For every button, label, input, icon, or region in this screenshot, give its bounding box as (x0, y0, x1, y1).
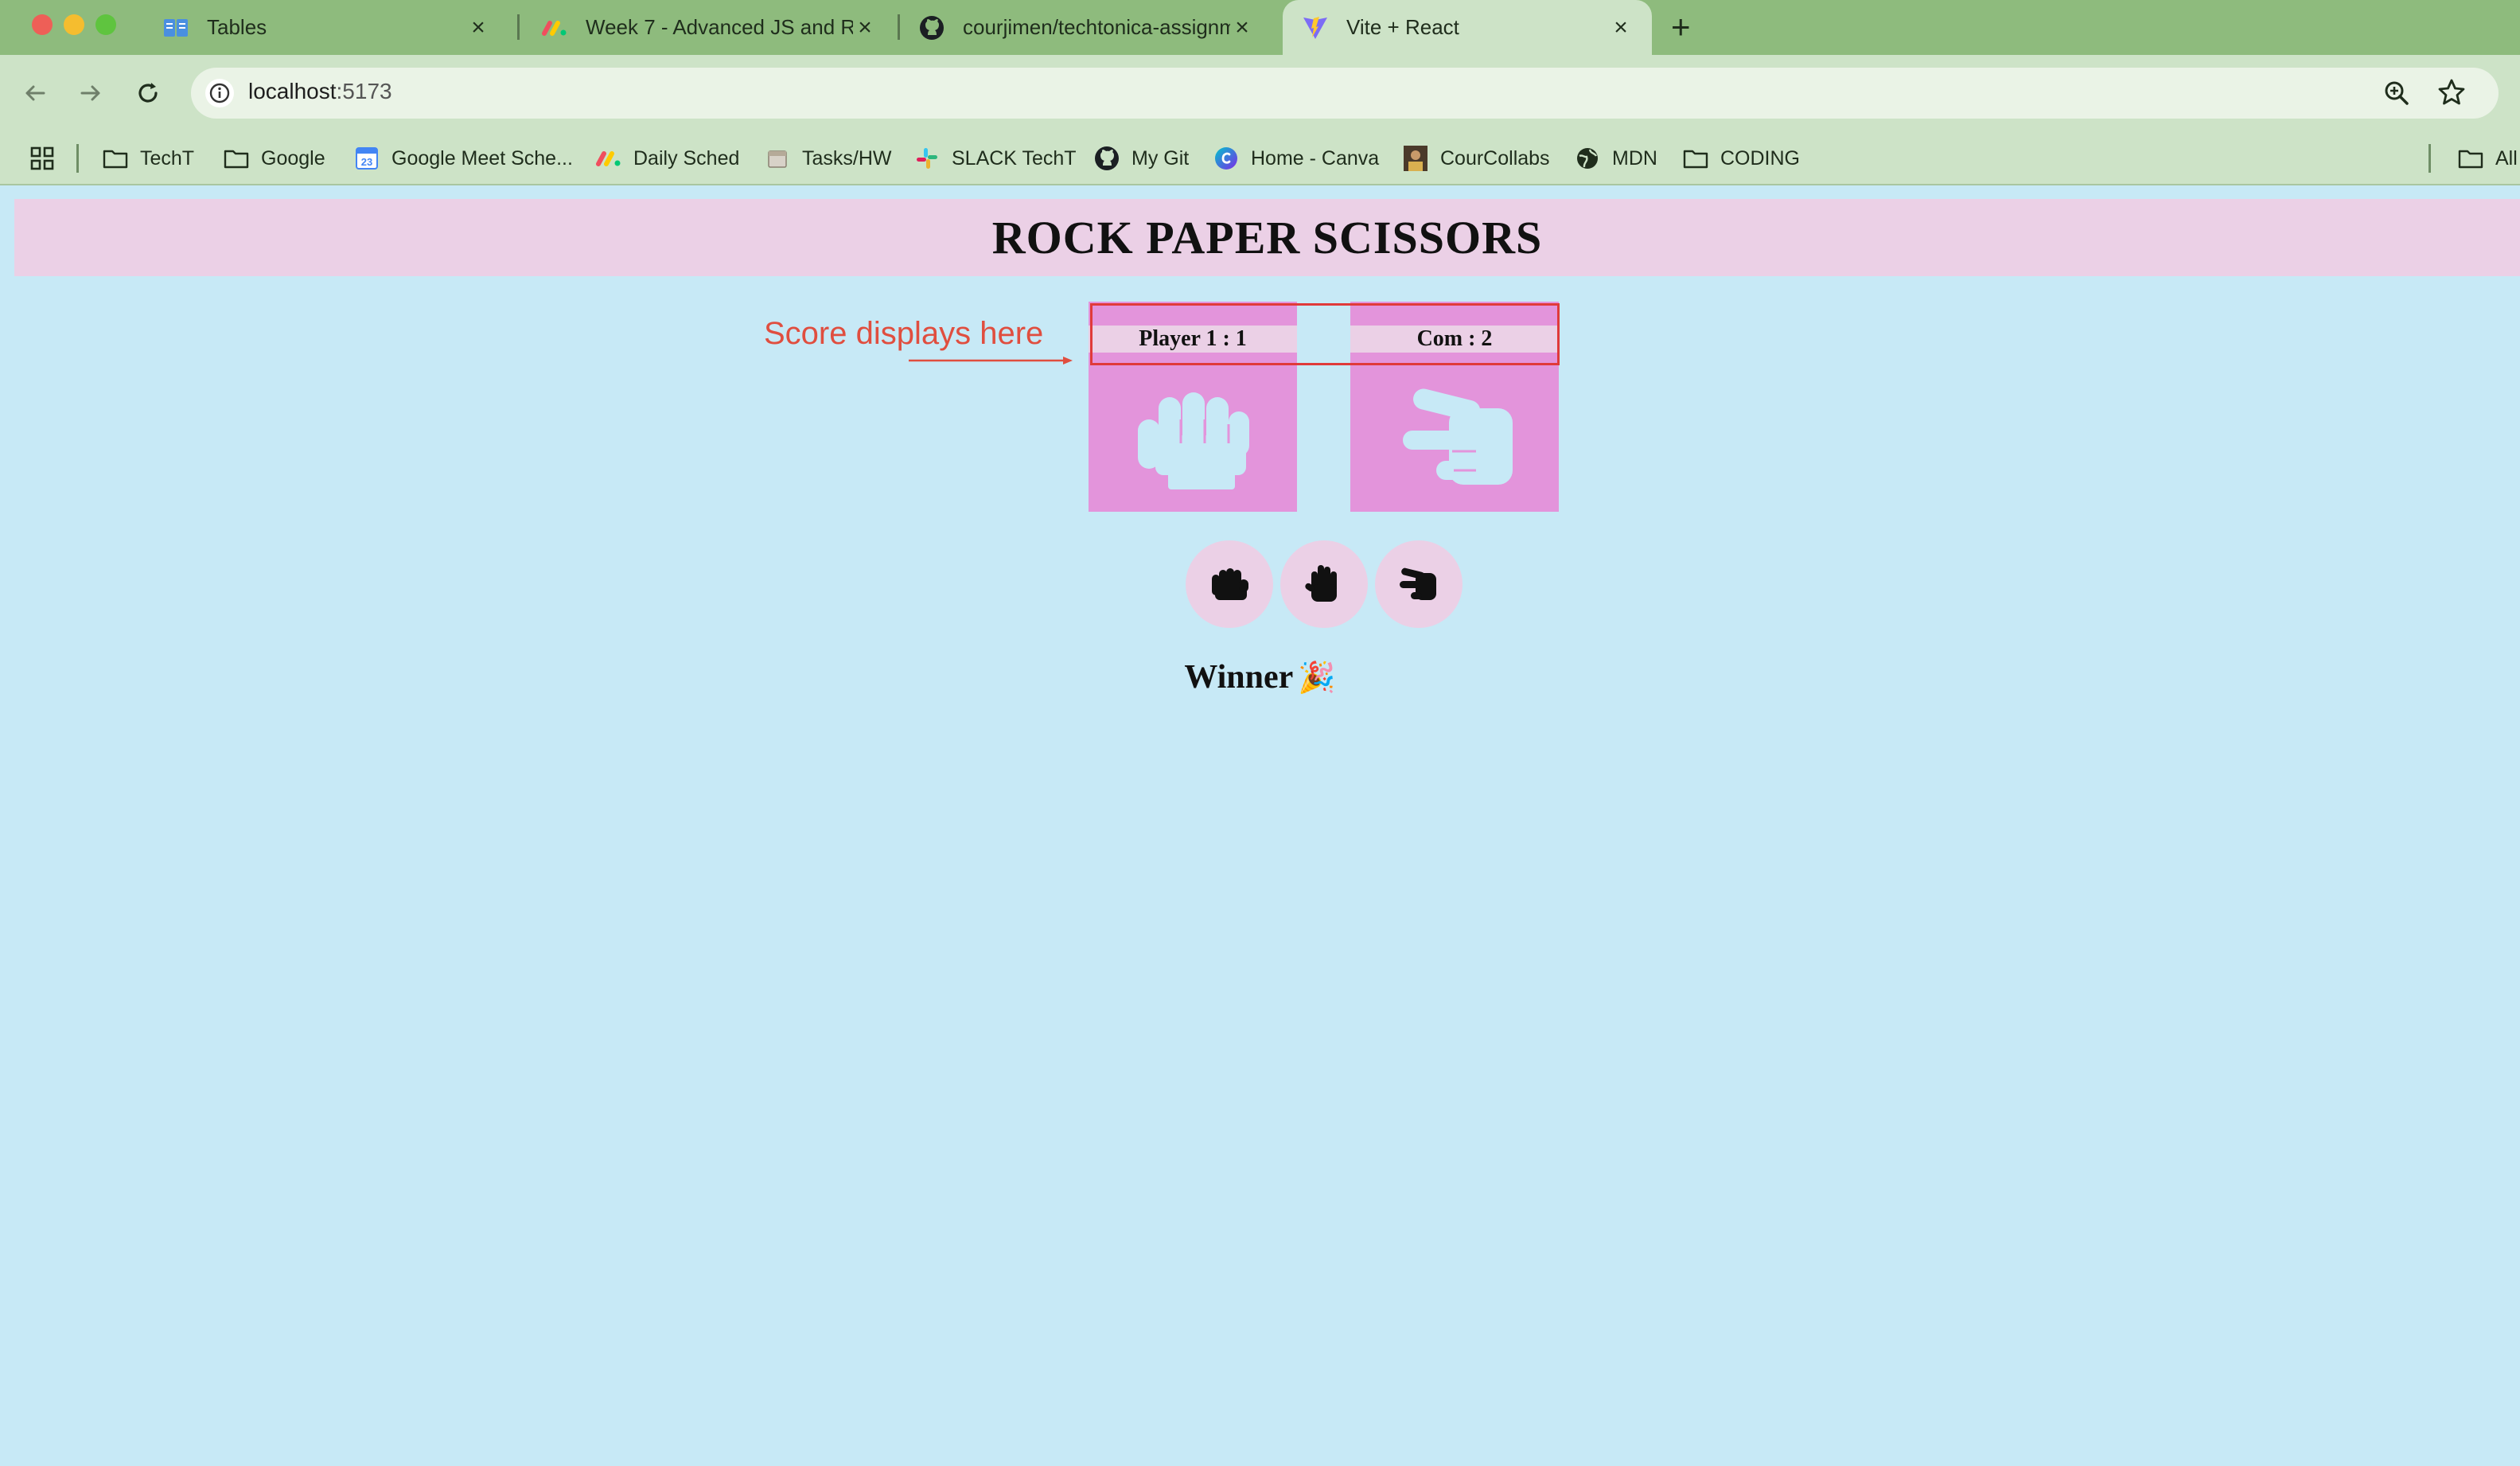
slack-icon (913, 145, 941, 172)
bookmark-label: Google (261, 146, 325, 170)
back-button[interactable] (19, 77, 51, 109)
bookmark-coding[interactable]: CODING (1682, 131, 1800, 185)
bookmark-label: TechT (140, 146, 195, 170)
bookmark-my-git[interactable]: My Git (1093, 131, 1189, 185)
bookmark-star-icon[interactable] (2436, 77, 2467, 107)
folder-icon (102, 145, 129, 172)
monday-icon (595, 145, 622, 172)
tab-week7[interactable]: Week 7 - Advanced JS and Re × (522, 0, 896, 55)
tab-divider (517, 14, 520, 40)
tab-title: Week 7 - Advanced JS and Re (586, 15, 853, 39)
rock-button[interactable] (1186, 540, 1273, 628)
reload-icon (138, 83, 158, 103)
bookmark-label: MDN (1612, 146, 1657, 170)
arrow-right-icon (80, 85, 100, 101)
winner-label: Winner (1184, 659, 1294, 696)
bookmarks-bar: TechT Google 23 Google Meet Sche... Dail… (0, 131, 2520, 185)
paper-button[interactable] (1280, 540, 1368, 628)
url-text[interactable]: localhost:5173 (248, 79, 392, 104)
url-port: :5173 (336, 79, 392, 103)
avatar-icon (1402, 145, 1429, 172)
tab-close-icon[interactable]: × (1609, 14, 1633, 41)
bookmarks-divider (2428, 144, 2431, 173)
bookmark-label: CourCollabs (1440, 146, 1550, 170)
bookmark-label: SLACK TechT (952, 146, 1077, 170)
site-info-icon[interactable] (205, 79, 234, 107)
bookmarks-divider (76, 144, 79, 173)
scissors-button[interactable] (1375, 540, 1463, 628)
party-popper-icon: 🎉 (1298, 661, 1336, 695)
tab-close-icon[interactable]: × (1230, 14, 1254, 41)
paper-icon (1305, 565, 1337, 602)
vite-icon (1302, 14, 1329, 41)
apps-grid-icon (29, 145, 56, 172)
tab-vite-react[interactable]: Vite + React × (1283, 0, 1652, 55)
new-tab-button[interactable]: + (1671, 10, 1691, 45)
bookmark-label: Google Meet Sche... (391, 146, 573, 170)
tab-tables[interactable]: Tables × (143, 0, 509, 55)
score-annotation-text: Score displays here (764, 316, 1044, 351)
bookmark-label: All (2495, 146, 2518, 170)
bookmark-slack-techt[interactable]: SLACK TechT (913, 131, 1077, 185)
tab-title: Vite + React (1346, 15, 1459, 39)
bookmark-mdn[interactable]: MDN (1574, 131, 1657, 185)
scissors-hand-icon (1403, 388, 1513, 485)
address-bar[interactable]: localhost:5173 (191, 68, 2499, 119)
window-maximize-button[interactable] (95, 14, 116, 35)
arrow-left-icon (25, 85, 45, 101)
tab-close-icon[interactable]: × (853, 14, 877, 41)
bookmark-label: Tasks/HW (802, 146, 892, 170)
url-host: localhost (248, 79, 337, 103)
folder-icon (2457, 145, 2484, 172)
bookmark-label: CODING (1720, 146, 1800, 170)
bookmark-courcollabs[interactable]: CourCollabs (1402, 131, 1550, 185)
tab-title: Tables (207, 15, 267, 39)
svg-text:23: 23 (361, 156, 372, 168)
browser-tab-bar: Tables × Week 7 - Advanced JS and Re × c… (0, 0, 2520, 55)
winner-banner: Winner 🎉 (0, 658, 2520, 696)
bookmark-label: Home - Canva (1251, 146, 1380, 170)
tab-github[interactable]: courjimen/techtonica-assignm × (899, 0, 1273, 55)
github-icon (1093, 145, 1120, 172)
bookmark-daily-sched[interactable]: Daily Sched (595, 131, 739, 185)
tab-title: courjimen/techtonica-assignm (963, 15, 1230, 39)
browser-toolbar: localhost:5173 (0, 55, 2520, 131)
forward-button[interactable] (75, 77, 107, 109)
bookmark-google[interactable]: Google (223, 131, 325, 185)
rock-icon (1212, 568, 1248, 600)
bookmark-google-meet[interactable]: 23 Google Meet Sche... (353, 131, 573, 185)
bookmark-home-canva[interactable]: Home - Canva (1213, 131, 1379, 185)
bookmark-tasks-hw[interactable]: Tasks/HW (764, 131, 892, 185)
scissors-icon (1400, 567, 1436, 600)
github-icon (918, 14, 945, 41)
bookmark-all[interactable]: All (2457, 131, 2518, 185)
calendar-icon (764, 145, 791, 172)
book-icon (162, 14, 189, 41)
tab-close-icon[interactable]: × (466, 14, 490, 41)
bookmark-techt[interactable]: TechT (102, 131, 194, 185)
canva-icon (1213, 145, 1240, 172)
folder-icon (1682, 145, 1709, 172)
globe-icon (1574, 145, 1601, 172)
annotation-arrow-icon (909, 357, 1073, 365)
reload-button[interactable] (132, 77, 164, 109)
window-minimize-button[interactable] (64, 14, 84, 35)
app-header: ROCK PAPER SCISSORS (14, 199, 2520, 276)
window-close-button[interactable] (32, 14, 53, 35)
bookmark-label: My Git (1131, 146, 1190, 170)
apps-grid-button[interactable] (29, 131, 67, 185)
rock-hand-icon (1138, 392, 1249, 489)
bookmark-label: Daily Sched (633, 146, 740, 170)
app-page: ROCK PAPER SCISSORS Score displays here … (0, 187, 2520, 1466)
monday-icon (541, 14, 568, 41)
page-title: ROCK PAPER SCISSORS (991, 212, 1543, 263)
zoom-icon[interactable] (2382, 79, 2411, 107)
score-highlight-box (1090, 303, 1560, 365)
folder-icon (223, 145, 250, 172)
calendar-icon: 23 (353, 145, 380, 172)
